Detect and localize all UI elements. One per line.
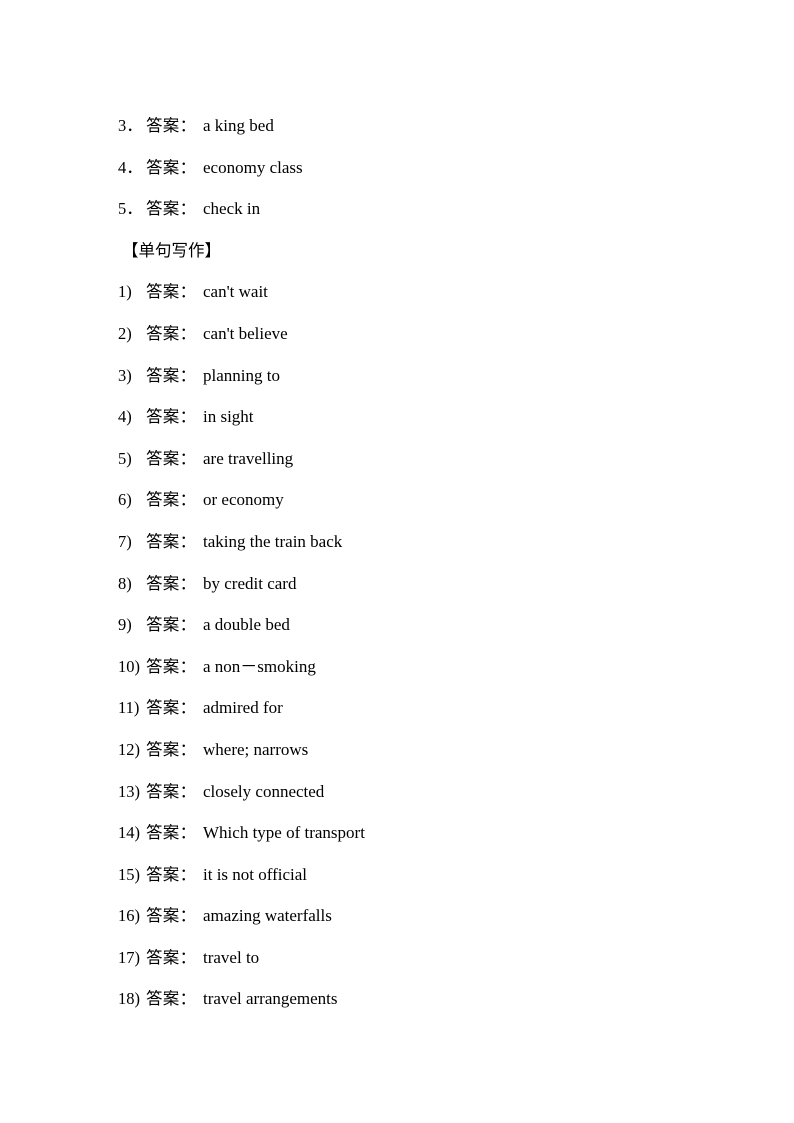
top-answer-list: 3． 答案： a king bed 4． 答案： economy class 5． 答案： ch… [118,105,704,230]
answer-number: 11) [118,698,140,718]
answer-number: 10) [118,656,140,676]
answer-number: 12) [118,739,140,759]
answer-number: 17) [118,947,140,967]
answer-row: 4． 答案： economy class [118,147,704,189]
answer-label: 答案： [146,781,197,801]
answer-row: 3) 答案： planning to [118,355,704,397]
top-items-container: 3． 答案： a king bed 4． 答案： economy class 5． 答案： ch… [118,105,704,230]
answer-value: can't wait [203,282,268,302]
answer-label: 答案： [146,947,197,967]
answer-number: 14) [118,823,140,843]
section-heading-sentence-writing: 【单句写作】 [122,240,221,260]
answer-row: 5． 答案： check in [118,188,704,230]
answer-value: where; narrows [203,739,309,759]
answer-label: 答案： [146,199,197,219]
answer-number: 4． [118,157,143,177]
writing-answer-list: 1) 答案： can't wait 2) 答案： can't believe 3) 答案： pl… [118,271,704,1020]
answer-row: 9) 答案： a double bed [118,604,704,646]
answer-value: economy class [203,157,303,177]
answer-row: 14) 答案： Which type of transport [118,812,704,854]
answer-number: 9) [118,615,132,635]
answer-row: 16) 答案： amazing waterfalls [118,895,704,937]
answer-label: 答案： [146,823,197,843]
answer-number: 7) [118,531,132,551]
answer-row: 8) 答案： by credit card [118,563,704,605]
answer-label: 答案： [146,448,197,468]
answer-number: 1) [118,282,132,302]
answer-row: 10) 答案： a non－smoking [118,646,704,688]
answer-value: amazing waterfalls [203,906,332,926]
answer-number: 15) [118,864,140,884]
answer-row: 5) 答案： are travelling [118,438,704,480]
answer-value: are travelling [203,448,294,468]
answer-number: 2) [118,323,132,343]
answer-value: a king bed [203,116,274,135]
answer-row: 12) 答案： where; narrows [118,729,704,771]
answer-number: 18) [118,989,140,1009]
answer-number: 5) [118,448,132,468]
answer-value: taking the train back [203,531,343,551]
answer-label: 答案： [146,989,197,1009]
answer-value: check in [203,199,261,219]
answer-value: it is not official [203,864,308,884]
answer-number: 3) [118,365,132,385]
answer-label: 答案： [146,615,197,635]
answer-row: 11) 答案： admired for [118,687,704,729]
answer-number: 3． [118,116,143,135]
answer-label: 答案： [146,323,197,343]
answer-value: or economy [203,490,284,510]
answer-value: admired for [203,698,283,718]
answer-label: 答案： [146,407,197,427]
answer-number: 8) [118,573,132,593]
answer-row: 15) 答案： it is not official [118,854,704,896]
answer-number: 5． [118,199,143,219]
writing-items-container: 1) 答案： can't wait 2) 答案： can't believe 3) 答案： pl… [118,271,704,1020]
answer-number: 16) [118,906,140,926]
answer-label: 答案： [146,739,197,759]
answer-label: 答案： [146,531,197,551]
answer-value: travel to [203,947,260,967]
answer-value: planning to [203,365,280,385]
document-page: 3． 答案： a king bed 4． 答案： economy class 5． 答案： ch… [0,0,794,1123]
answer-label: 答案： [146,365,197,385]
answer-row: 13) 答案： closely connected [118,771,704,813]
answer-value: a double bed [203,615,290,635]
answer-label: 答案： [146,864,197,884]
answer-value: travel arrangements [203,989,338,1009]
answer-row: 4) 答案： in sight [118,396,704,438]
answer-number: 6) [118,490,132,510]
answer-label: 答案： [146,698,197,718]
answer-label: 答案： [146,116,197,135]
answer-row: 2) 答案： can't believe [118,313,704,355]
answer-value: by credit card [203,573,297,593]
answer-label: 答案： [146,656,197,676]
answer-label: 答案： [146,573,197,593]
answer-value: can't believe [203,323,288,343]
answer-row: 6) 答案： or economy [118,479,704,521]
answer-value: closely connected [203,781,325,801]
answer-label: 答案： [146,906,197,926]
answer-row: 18) 答案： travel arrangements [118,978,704,1020]
answer-number: 4) [118,407,132,427]
answer-row: 7) 答案： taking the train back [118,521,704,563]
answer-value: in sight [203,407,254,427]
answer-label: 答案： [146,282,197,302]
answer-value: a non－smoking [203,656,316,676]
answer-row: 3． 答案： a king bed [118,105,704,147]
answer-label: 答案： [146,157,197,177]
answer-value: Which type of transport [203,823,365,843]
answer-number: 13) [118,781,140,801]
answer-label: 答案： [146,490,197,510]
answer-row: 17) 答案： travel to [118,937,704,979]
answer-row: 1) 答案： can't wait [118,271,704,313]
